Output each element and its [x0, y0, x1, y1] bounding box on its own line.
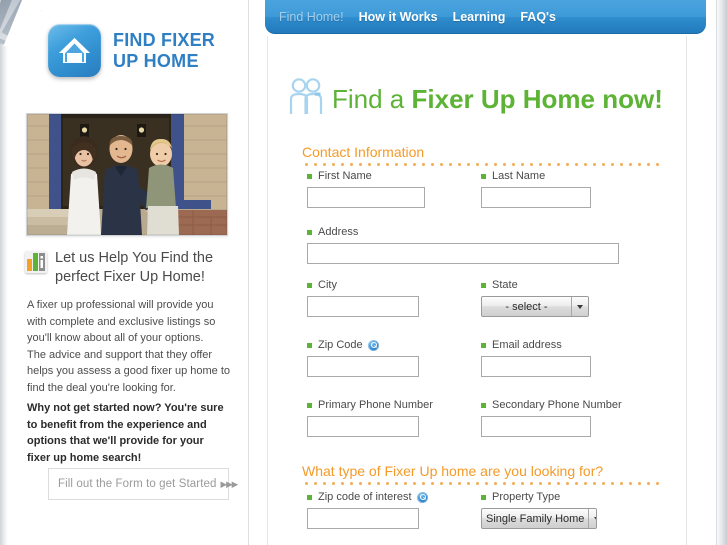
- field-first-name: First Name: [307, 170, 425, 208]
- field-last-name: Last Name: [481, 170, 591, 208]
- field-secondary-phone: Secondary Phone Number: [481, 399, 622, 437]
- zip-code-input[interactable]: [307, 356, 419, 377]
- zip-code-label-row: Zip Code: [307, 339, 419, 351]
- field-primary-phone: Primary Phone Number: [307, 399, 433, 437]
- primary-phone-label: Primary Phone Number: [318, 399, 433, 411]
- field-property-type: Property Type Single Family Home: [481, 491, 597, 529]
- primary-phone-label-row: Primary Phone Number: [307, 399, 433, 411]
- field-city: City: [307, 279, 419, 317]
- nav-item-learning[interactable]: Learning: [453, 10, 506, 24]
- state-label-row: State: [481, 279, 589, 291]
- address-label-row: Address: [307, 226, 619, 238]
- email-input[interactable]: [481, 356, 591, 377]
- nav-item-faqs[interactable]: FAQ's: [520, 10, 556, 24]
- required-marker-icon: [307, 173, 312, 179]
- page-right-edge-shadow: [717, 0, 727, 545]
- page-title: Find a Fixer Up Home now!: [288, 76, 663, 116]
- help-search-icon[interactable]: [416, 491, 428, 503]
- brand-name: FIND FIXER UP HOME: [113, 30, 215, 72]
- zip-of-interest-label: Zip code of interest: [318, 491, 412, 503]
- first-name-label: First Name: [318, 170, 372, 182]
- address-label: Address: [318, 226, 359, 238]
- field-address: Address: [307, 226, 619, 264]
- zip-code-label: Zip Code: [318, 339, 363, 351]
- secondary-phone-input[interactable]: [481, 416, 591, 437]
- zip-of-interest-input[interactable]: [307, 508, 419, 529]
- page-right-border: [716, 0, 717, 545]
- last-name-label: Last Name: [492, 170, 546, 182]
- fill-form-cta-label: Fill out the Form to get Started: [58, 478, 217, 490]
- main-navigation: Find Home! How it Works Learning FAQ's: [265, 0, 706, 34]
- field-zip-of-interest: Zip code of interest: [307, 491, 428, 529]
- content-right-border: [686, 36, 687, 545]
- page-root: FIND FIXER UP HOME Let us Help You Find …: [0, 0, 727, 545]
- nav-item-how-it-works[interactable]: How it Works: [359, 10, 438, 24]
- section-divider-1: [302, 163, 662, 166]
- property-type-select-value: Single Family Home: [486, 512, 585, 525]
- sidebar: FIND FIXER UP HOME Let us Help You Find …: [0, 0, 249, 545]
- field-state: State - select -: [481, 279, 589, 317]
- help-search-icon[interactable]: [367, 339, 379, 351]
- required-marker-icon: [481, 402, 486, 408]
- state-select-value: - select -: [505, 300, 548, 313]
- page-title-text: Find a Fixer Up Home now!: [332, 84, 663, 114]
- email-label-row: Email address: [481, 339, 591, 351]
- page-title-light: Find a: [332, 84, 412, 114]
- property-type-label-row: Property Type: [481, 491, 597, 503]
- required-marker-icon: [307, 282, 312, 288]
- section-heading-property-type: What type of Fixer Up home are you looki…: [302, 463, 604, 479]
- chevron-down-icon[interactable]: [588, 509, 596, 528]
- two-people-icon: [288, 76, 325, 116]
- sidebar-body-copy: A fixer up professional will provide you…: [27, 299, 231, 394]
- required-marker-icon: [307, 494, 312, 500]
- chevron-down-icon[interactable]: [571, 297, 588, 316]
- secondary-phone-label: Secondary Phone Number: [492, 399, 622, 411]
- info-bars-icon: [25, 251, 47, 273]
- field-email: Email address: [481, 339, 591, 377]
- first-name-input[interactable]: [307, 187, 425, 208]
- brand-name-line1: FIND FIXER: [113, 29, 216, 50]
- section-heading-contact-information: Contact Information: [302, 144, 425, 160]
- address-input[interactable]: [307, 243, 619, 264]
- last-name-label-row: Last Name: [481, 170, 591, 182]
- sidebar-help-title: Let us Help You Find the perfect Fixer U…: [55, 250, 214, 285]
- nav-item-find-home[interactable]: Find Home!: [279, 10, 344, 24]
- sidebar-divider: [248, 0, 249, 545]
- email-label: Email address: [492, 339, 562, 351]
- zip-of-interest-label-row: Zip code of interest: [307, 491, 428, 503]
- required-marker-icon: [307, 342, 312, 348]
- primary-phone-input[interactable]: [307, 416, 419, 437]
- required-marker-icon: [481, 494, 486, 500]
- required-marker-icon: [307, 229, 312, 235]
- family-photo: [26, 113, 228, 236]
- required-marker-icon: [481, 342, 486, 348]
- sidebar-help-block: Let us Help You Find the perfect Fixer U…: [25, 249, 240, 287]
- required-marker-icon: [307, 402, 312, 408]
- page-title-bold: Fixer Up Home now!: [411, 84, 663, 114]
- state-label: State: [492, 279, 518, 291]
- city-label: City: [318, 279, 337, 291]
- content-left-border: [267, 36, 268, 545]
- cta-arrows-icon: ▶▶▶: [220, 478, 239, 489]
- required-marker-icon: [481, 173, 486, 179]
- property-type-select[interactable]: Single Family Home: [481, 508, 597, 529]
- sidebar-bold-copy: Why not get started now? You're sure to …: [27, 402, 224, 464]
- house-icon: [48, 24, 101, 77]
- secondary-phone-label-row: Secondary Phone Number: [481, 399, 622, 411]
- last-name-input[interactable]: [481, 187, 591, 208]
- first-name-label-row: First Name: [307, 170, 425, 182]
- required-marker-icon: [481, 282, 486, 288]
- brand-logo[interactable]: FIND FIXER UP HOME: [48, 24, 215, 77]
- state-select[interactable]: - select -: [481, 296, 589, 317]
- brand-name-line2: UP HOME: [113, 50, 199, 71]
- city-input[interactable]: [307, 296, 419, 317]
- field-zip-code: Zip Code: [307, 339, 419, 377]
- property-type-label: Property Type: [492, 491, 561, 503]
- city-label-row: City: [307, 279, 419, 291]
- fill-form-cta-button[interactable]: Fill out the Form to get Started ▶▶▶: [48, 468, 238, 500]
- section-divider-2: [302, 482, 662, 485]
